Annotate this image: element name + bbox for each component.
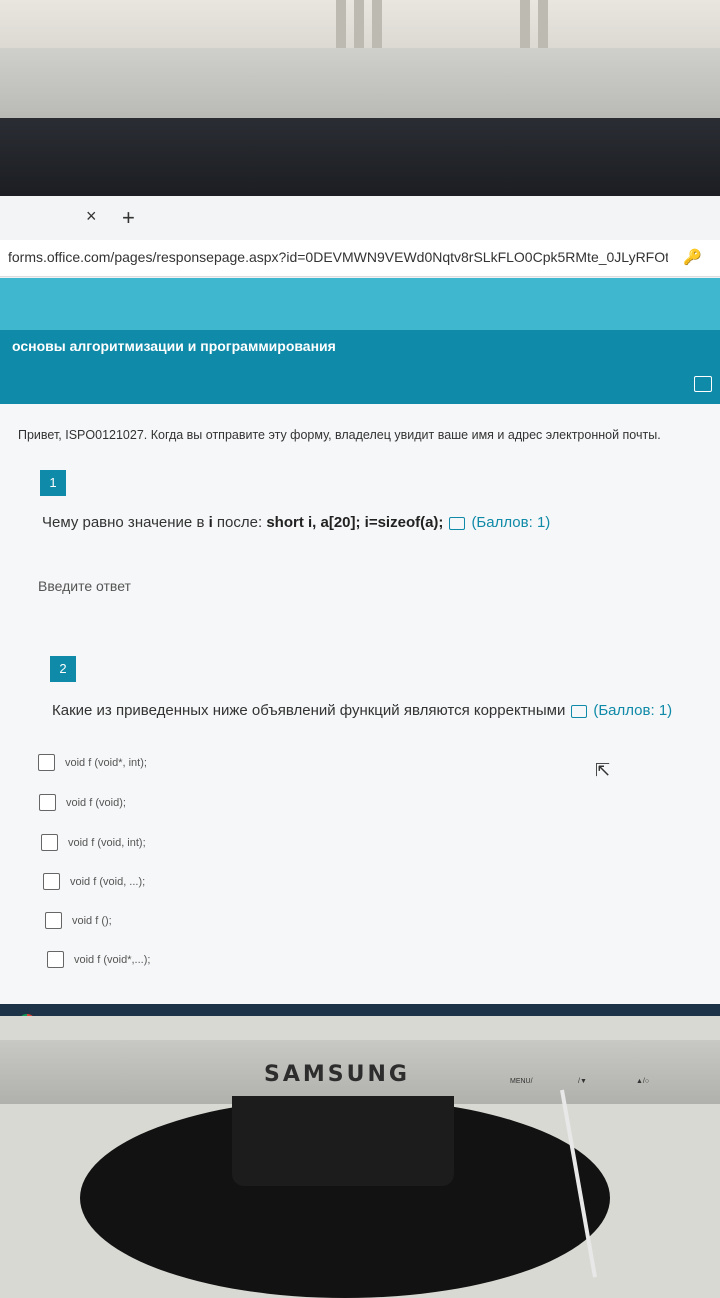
- monitor-stand-neck: [232, 1096, 454, 1186]
- question-1-points: (Баллов: 1): [471, 514, 551, 531]
- tray-chevron-icon[interactable]: ⌃: [694, 1014, 706, 1016]
- chrome-icon[interactable]: [18, 1014, 36, 1016]
- option-label: void f (void, ...);: [70, 875, 146, 888]
- key-icon[interactable]: 🔑: [683, 248, 702, 266]
- option-checkbox[interactable]: void f (void, int);: [41, 834, 146, 851]
- url-text[interactable]: forms.office.com/pages/responsepage.aspx…: [8, 249, 668, 265]
- taskbar: ⌃: [0, 1004, 720, 1016]
- option-checkbox[interactable]: void f (void, ...);: [43, 873, 145, 890]
- brand-logo: SAMSUNG: [264, 1062, 410, 1087]
- checkbox[interactable]: [41, 834, 58, 851]
- question-number-badge: 2: [50, 656, 76, 682]
- question-1-text: Чему равно значение в i после: short i, …: [42, 514, 550, 531]
- option-label: void f (void*,...);: [74, 953, 151, 966]
- screen: × + forms.office.com/pages/responsepage.…: [0, 196, 720, 1016]
- power-button[interactable]: ▲/○: [636, 1078, 649, 1085]
- immersive-reader-icon[interactable]: [694, 376, 712, 392]
- question-number-badge: 1: [40, 470, 66, 496]
- monitor-bezel-inner: [0, 118, 720, 200]
- monitor-bezel-bottom: SAMSUNG MENU/ /▼ ▲/○: [0, 1040, 720, 1104]
- form-title: основы алгоритмизации и программирования: [12, 338, 336, 354]
- tab-strip: × +: [0, 196, 720, 240]
- option-label: void f (void, int);: [68, 836, 146, 849]
- new-tab-button[interactable]: +: [122, 205, 135, 231]
- question-1-mid: после:: [212, 514, 267, 531]
- menu-button[interactable]: MENU/: [510, 1078, 533, 1085]
- question-1-code: short i, a[20]; i=sizeof(a);: [266, 514, 444, 531]
- checkbox[interactable]: [43, 873, 60, 890]
- question-1-prefix: Чему равно значение в: [42, 514, 209, 531]
- checkbox[interactable]: [39, 794, 56, 811]
- identity-notice: Привет, ISPO0121027. Когда вы отправите …: [18, 428, 661, 442]
- form-banner: [0, 278, 720, 330]
- down-button[interactable]: /▼: [578, 1078, 587, 1085]
- answer-input[interactable]: Введите ответ: [38, 578, 131, 594]
- option-checkbox[interactable]: void f (void);: [39, 794, 126, 811]
- option-checkbox[interactable]: void f (void*,...);: [47, 951, 150, 968]
- checkbox[interactable]: [45, 912, 62, 929]
- question-2-label: Какие из приведенных ниже объявлений фун…: [52, 702, 566, 719]
- checkbox[interactable]: [47, 951, 64, 968]
- option-label: void f (void*, int);: [65, 756, 147, 769]
- option-label: void f (void);: [66, 796, 126, 809]
- immersive-reader-icon[interactable]: [449, 516, 466, 530]
- mouse-pointer-icon: ⇱: [595, 760, 611, 780]
- option-checkbox[interactable]: void f (void*, int);: [38, 754, 147, 771]
- question-2-text: Какие из приведенных ниже объявлений фун…: [52, 702, 672, 719]
- form-body: Привет, ISPO0121027. Когда вы отправите …: [0, 404, 720, 1016]
- question-2-points: (Баллов: 1): [593, 702, 673, 719]
- option-label: void f ();: [72, 914, 112, 927]
- tab-close-icon[interactable]: ×: [86, 206, 97, 227]
- monitor-bezel-top: [0, 48, 720, 120]
- checkbox[interactable]: [38, 754, 55, 771]
- form-header: основы алгоритмизации и программирования: [0, 330, 720, 404]
- address-bar[interactable]: forms.office.com/pages/responsepage.aspx…: [0, 240, 720, 277]
- option-checkbox[interactable]: void f ();: [45, 912, 112, 929]
- immersive-reader-icon[interactable]: [571, 704, 588, 718]
